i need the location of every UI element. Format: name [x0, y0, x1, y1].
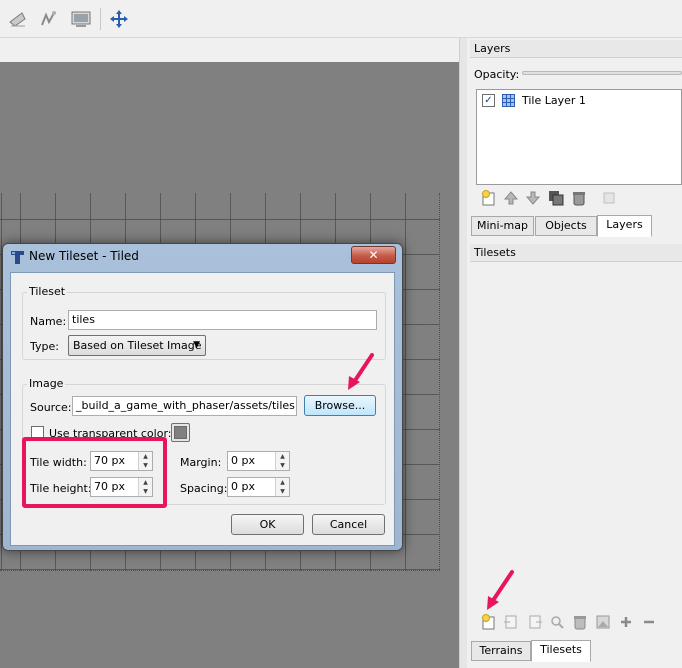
spin-up-icon[interactable]: ▲ [276, 452, 289, 461]
browse-button[interactable]: Browse... [304, 395, 376, 416]
type-label: Type: [30, 340, 59, 353]
transparent-color-swatch[interactable] [171, 423, 190, 442]
dialog-title: New Tileset - Tiled [29, 249, 139, 263]
opacity-label: Opacity: [474, 68, 520, 81]
duplicate-layer-icon[interactable] [547, 189, 565, 207]
move-icon[interactable] [106, 6, 132, 32]
new-tileset-icon[interactable] [480, 613, 498, 631]
layer-visibility-checkbox[interactable]: ✓ [482, 94, 495, 107]
ok-button[interactable]: OK [231, 514, 304, 535]
tab-layers[interactable]: Layers [597, 215, 652, 237]
margin-label: Margin: [180, 456, 222, 469]
spacing-label: Spacing: [180, 482, 228, 495]
layers-panel-title: Layers [470, 40, 682, 58]
type-select[interactable]: Based on Tileset Image ▼ [68, 335, 206, 356]
source-input[interactable]: _build_a_game_with_phaser/assets/tiles.p… [72, 396, 297, 416]
tab-tilesets[interactable]: Tilesets [531, 640, 591, 662]
select-region-icon[interactable] [36, 6, 62, 32]
spin-down-icon[interactable]: ▼ [276, 461, 289, 470]
move-layer-up-icon[interactable] [502, 189, 520, 207]
new-layer-icon[interactable] [480, 189, 498, 207]
name-label: Name: [30, 315, 67, 328]
delete-tileset-icon[interactable] [571, 613, 589, 631]
chevron-down-icon: ▼ [193, 340, 200, 350]
delete-layer-icon[interactable] [570, 189, 588, 207]
export-tileset-icon[interactable] [526, 613, 544, 631]
add-tiles-icon[interactable] [617, 613, 635, 631]
spin-down-icon[interactable]: ▼ [276, 487, 289, 496]
cancel-button[interactable]: Cancel [312, 514, 385, 535]
layers-list: ✓ Tile Layer 1 [476, 89, 682, 185]
toolbar-separator [100, 8, 101, 30]
tile-layer-icon [502, 94, 515, 107]
annotation-highlight-box [22, 437, 167, 508]
spacing-value: 0 px [231, 480, 255, 493]
annotation-arrow-icon [348, 353, 374, 390]
spin-up-icon[interactable]: ▲ [276, 478, 289, 487]
tileset-image-icon[interactable] [594, 613, 612, 631]
tiled-app-icon [10, 250, 25, 265]
import-tileset-icon[interactable] [502, 613, 520, 631]
tab-terrains[interactable]: Terrains [471, 641, 531, 661]
layer-name: Tile Layer 1 [522, 94, 586, 107]
spacing-spinbox[interactable]: 0 px ▲ ▼ [227, 477, 290, 497]
annotation-arrow-icon [487, 570, 514, 610]
tab-mini-map[interactable]: Mini-map [471, 216, 534, 236]
type-select-value: Based on Tileset Image [73, 339, 202, 352]
move-layer-down-icon[interactable] [524, 189, 542, 207]
eraser-icon[interactable] [5, 6, 31, 32]
tab-objects[interactable]: Objects [535, 216, 597, 236]
margin-value: 0 px [231, 454, 255, 467]
edit-tileset-icon[interactable] [548, 613, 566, 631]
margin-spinbox[interactable]: 0 px ▲ ▼ [227, 451, 290, 471]
layer-row[interactable]: ✓ Tile Layer 1 [478, 91, 681, 110]
remove-tiles-icon[interactable] [640, 613, 658, 631]
canvas-scrollbar[interactable] [459, 38, 467, 668]
image-layer-icon[interactable] [68, 6, 94, 32]
source-label: Source: [30, 401, 72, 414]
close-button[interactable]: ✕ [351, 246, 396, 264]
main-toolbar [0, 0, 682, 38]
name-input[interactable]: tiles [68, 310, 377, 330]
image-group-label: Image [27, 377, 66, 390]
opacity-slider[interactable] [522, 71, 682, 75]
tilesets-panel-title: Tilesets [470, 244, 682, 262]
tileset-group-label: Tileset [27, 285, 68, 298]
layer-properties-icon[interactable] [600, 189, 618, 207]
opacity-row: Opacity: [474, 66, 682, 84]
